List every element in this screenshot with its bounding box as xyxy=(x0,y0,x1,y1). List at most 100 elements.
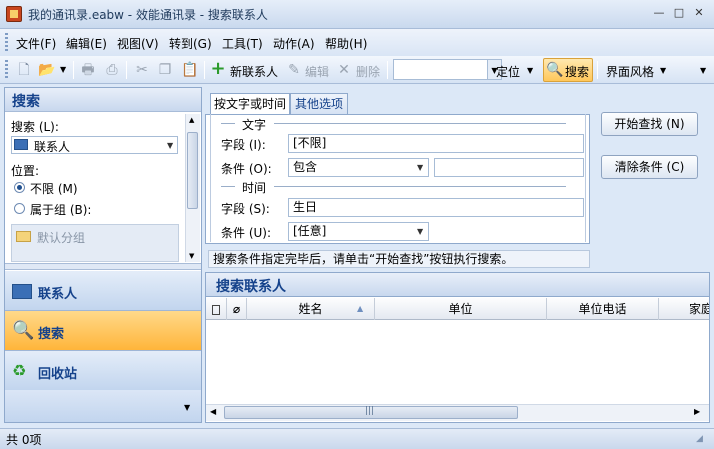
close-button[interactable]: ✕ xyxy=(690,5,708,21)
delete-icon[interactable]: ✕ xyxy=(336,62,352,78)
recycle-bin-icon: ♻ xyxy=(12,361,27,380)
menu-edit[interactable]: 编辑(E) xyxy=(66,35,107,52)
folder-icon xyxy=(16,231,31,242)
window-title: 我的通讯录.eabw - 效能通讯录 - 搜索联系人 xyxy=(28,8,268,22)
new-contact-button[interactable]: 新联系人 xyxy=(230,63,278,80)
chevron-down-icon[interactable]: ▼ xyxy=(417,163,423,172)
scroll-left-icon[interactable]: ◀ xyxy=(210,407,216,416)
cut-icon[interactable]: ✂ xyxy=(134,62,150,78)
skin-button[interactable]: 界面风格 xyxy=(606,63,654,80)
new-file-icon[interactable]: 🗋 xyxy=(16,62,32,78)
menu-grip xyxy=(5,33,8,52)
toolbar-search-combo[interactable] xyxy=(393,59,488,80)
contacts-icon xyxy=(12,284,32,299)
toolbar-separator xyxy=(126,61,127,79)
resize-grip-icon[interactable]: ◢ xyxy=(696,434,703,444)
minimize-button[interactable]: — xyxy=(650,5,668,21)
search-toolbar-label[interactable]: 搜索 xyxy=(565,63,589,80)
radio-group-label: 属于组 (B): xyxy=(30,203,92,217)
panel-splitter[interactable] xyxy=(5,263,201,270)
add-icon[interactable]: + xyxy=(210,60,226,78)
status-count: 共 0项 xyxy=(6,433,42,447)
time-condition-label: 条件 (U): xyxy=(221,226,272,240)
nav-search-label: 搜索 xyxy=(38,327,65,342)
search-hint: 搜索条件指定完毕后，请单击“开始查找”按钮执行搜索。 xyxy=(208,250,590,268)
delete-button[interactable]: 删除 xyxy=(356,63,380,80)
app-logo-icon xyxy=(6,6,22,22)
nav-contacts-label: 联系人 xyxy=(38,287,78,302)
locate-dropdown-icon[interactable]: ▼ xyxy=(527,66,533,75)
chevron-down-icon[interactable]: ▼ xyxy=(184,403,190,412)
nav-contacts[interactable] xyxy=(5,271,201,311)
chevron-down-icon[interactable]: ▼ xyxy=(417,227,423,236)
section-line xyxy=(274,186,566,187)
search-type-label: 搜索 (L): xyxy=(11,120,59,134)
radio-all[interactable] xyxy=(14,182,25,193)
time-field-label: 字段 (S): xyxy=(221,202,270,216)
tab-text-or-time[interactable]: 按文字或时间 xyxy=(210,93,290,115)
search-icon[interactable]: 🔍 xyxy=(546,62,563,78)
menu-view[interactable]: 视图(V) xyxy=(117,35,159,52)
section-line xyxy=(274,123,566,124)
field-label: 字段 (I): xyxy=(221,138,266,152)
toolbar-separator xyxy=(73,61,74,79)
paste-icon[interactable]: 📋 xyxy=(181,62,198,78)
position-label: 位置: xyxy=(11,164,40,178)
column-company[interactable]: 单位 xyxy=(375,298,547,320)
radio-group[interactable] xyxy=(14,203,25,214)
menu-action[interactable]: 动作(A) xyxy=(273,35,315,52)
menu-goto[interactable]: 转到(G) xyxy=(169,35,212,52)
time-condition-select[interactable]: [任意] xyxy=(288,222,429,241)
scroll-down-icon[interactable]: ▼ xyxy=(189,252,194,260)
nav-recycle-bin[interactable] xyxy=(5,351,201,391)
section-line xyxy=(221,186,235,187)
column-home[interactable]: 家庭 xyxy=(659,298,709,320)
condition-text-input[interactable] xyxy=(434,158,584,177)
maximize-button[interactable]: □ xyxy=(670,5,688,21)
time-field-select[interactable]: 生日 xyxy=(288,198,584,217)
results-title: 搜索联系人 xyxy=(216,279,286,295)
search-type-value: 联系人 xyxy=(34,140,71,154)
scroll-right-icon[interactable]: ▶ xyxy=(694,407,700,416)
nav-more-bar[interactable] xyxy=(5,390,201,422)
edit-button[interactable]: 编辑 xyxy=(305,63,329,80)
contact-card-icon xyxy=(14,139,28,150)
nav-recycle-label: 回收站 xyxy=(38,367,78,382)
menu-help[interactable]: 帮助(H) xyxy=(325,35,367,52)
toolbar-overflow-icon[interactable]: ▼ xyxy=(700,66,706,75)
toolbar-separator xyxy=(597,61,598,79)
skin-dropdown-icon[interactable]: ▼ xyxy=(660,66,666,75)
toolbar-grip xyxy=(5,60,8,80)
radio-all-label: 不限 (M) xyxy=(30,182,78,196)
copy-icon[interactable]: ❐ xyxy=(157,62,173,78)
column-name[interactable]: 姓名 ▲ xyxy=(247,298,375,320)
chevron-down-icon[interactable]: ▼ xyxy=(167,141,173,150)
left-panel-title: 搜索 xyxy=(12,94,40,110)
clear-criteria-button[interactable]: 清除条件 (C) xyxy=(601,155,698,179)
column-company-phone[interactable]: 单位电话 xyxy=(547,298,659,320)
field-select[interactable]: [不限] xyxy=(288,134,584,153)
locate-button[interactable]: 定位 xyxy=(496,63,520,80)
paperclip-icon[interactable]: ⌀ xyxy=(227,298,247,320)
scroll-grip-icon: ||| xyxy=(365,406,375,416)
start-search-button[interactable]: 开始查找 (N) xyxy=(601,112,698,136)
section-text-title: 文字 xyxy=(242,118,267,132)
left-scrollbar-thumb[interactable] xyxy=(187,132,198,209)
scroll-up-icon[interactable]: ▲ xyxy=(189,116,194,124)
document-icon xyxy=(212,304,220,315)
menu-tools[interactable]: 工具(T) xyxy=(222,35,263,52)
column-type-icon[interactable] xyxy=(206,298,227,320)
edit-icon[interactable]: ✎ xyxy=(286,62,302,78)
toolbar-separator xyxy=(387,61,388,79)
status-bar xyxy=(0,428,714,449)
print-preview-icon[interactable]: ⎙ xyxy=(104,62,120,78)
open-folder-icon[interactable]: 📂 xyxy=(38,62,55,78)
open-dropdown-icon[interactable]: ▼ xyxy=(60,65,66,74)
section-time-title: 时间 xyxy=(242,181,267,195)
print-icon[interactable]: 🖶 xyxy=(80,62,96,78)
condition-select[interactable]: 包含 xyxy=(288,158,429,177)
section-line xyxy=(221,123,235,124)
column-name-label: 姓名 xyxy=(298,302,323,316)
tab-other-options[interactable]: 其他选项 xyxy=(290,93,348,114)
menu-file[interactable]: 文件(F) xyxy=(16,35,56,52)
